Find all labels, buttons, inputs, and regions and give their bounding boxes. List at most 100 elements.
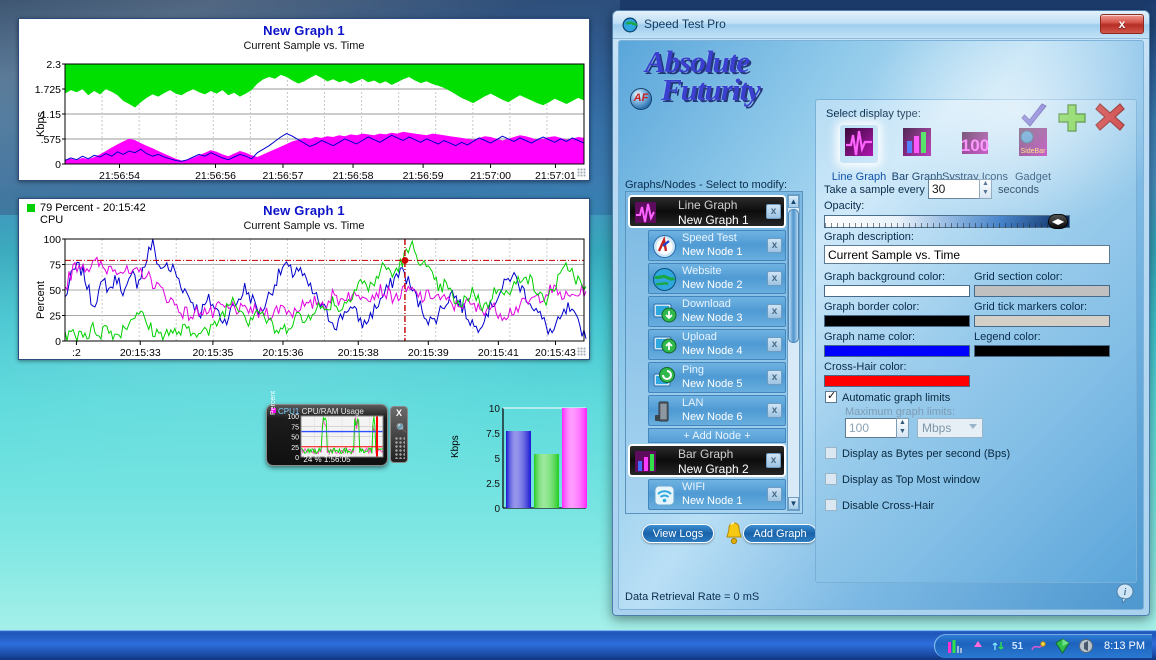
- display-top-most-window-checkbox[interactable]: [825, 473, 837, 485]
- opacity-slider-thumb[interactable]: ◀▶: [1048, 214, 1068, 229]
- graph-description-input[interactable]: Current Sample vs. Time: [824, 245, 1110, 264]
- tree-node-5[interactable]: PingNew Node 5x: [648, 362, 786, 393]
- tree-item-type: Upload: [682, 331, 717, 343]
- graph-window-1[interactable]: New Graph 1 Current Sample vs. Time Kbps…: [18, 18, 590, 181]
- search-icon[interactable]: 🔍: [396, 423, 407, 434]
- crosshair-color-label: Cross-Hair color:: [824, 361, 907, 373]
- lan-icon: [652, 399, 677, 424]
- legend-color-swatch[interactable]: [974, 345, 1110, 357]
- add-node-button[interactable]: + Add Node +: [648, 428, 786, 443]
- svg-text:20:15:41: 20:15:41: [478, 347, 519, 359]
- grid-tick-markers-color-label: Grid tick markers color:: [974, 301, 1087, 313]
- graph-window-2-resize-handle[interactable]: [577, 347, 586, 356]
- opacity-slider[interactable]: [824, 215, 1070, 228]
- svg-text:0: 0: [55, 336, 61, 348]
- window-close-button[interactable]: x: [1100, 14, 1144, 34]
- svg-text:1.725: 1.725: [35, 84, 61, 96]
- system-tray[interactable]: 51 8:13 PM: [934, 634, 1152, 658]
- display-top-most-window-label: Display as Top Most window: [842, 474, 980, 486]
- cpu-ram-gadget[interactable]: CPU1 CPU/RAM Usage Percent 1007550250 24…: [266, 404, 409, 466]
- gadget-close-icon[interactable]: X: [396, 408, 402, 418]
- desktop: New Graph 1 Current Sample vs. Time Kbps…: [0, 0, 1156, 660]
- drag-handle[interactable]: [395, 437, 405, 459]
- status-bar: Data Retrieval Rate = 0 mS: [625, 591, 759, 603]
- grid-section-color-label: Grid section color:: [974, 271, 1063, 283]
- tree-item-remove-button[interactable]: x: [767, 271, 782, 286]
- graph-window-2-plot: 1007550250:220:15:3320:15:3520:15:3620:1…: [19, 199, 591, 361]
- tray-network-icon[interactable]: [1030, 639, 1047, 654]
- taskbar[interactable]: 51 8:13 PM: [0, 630, 1156, 660]
- grid-section-color-swatch[interactable]: [974, 285, 1110, 297]
- tree-node-9[interactable]: WIFINew Node 1x: [648, 479, 786, 510]
- cross-icon[interactable]: [1094, 102, 1126, 132]
- graphs-nodes-tree[interactable]: ^Line GraphNew Graph 1xSpeed TestNew Nod…: [625, 191, 803, 514]
- tree-graph-0[interactable]: ^Line GraphNew Graph 1x: [628, 195, 786, 228]
- add-graph-button[interactable]: Add Graph: [743, 524, 817, 543]
- tree-node-4[interactable]: UploadNew Node 4x: [648, 329, 786, 360]
- tree-item-remove-button[interactable]: x: [767, 238, 782, 253]
- tray-arrow-icon-2[interactable]: [991, 639, 1005, 653]
- tray-volume-icon[interactable]: [1078, 638, 1094, 654]
- tree-node-2[interactable]: WebsiteNew Node 2x: [648, 263, 786, 294]
- graph-name-color-swatch[interactable]: [824, 345, 970, 357]
- display-top-most-window-row[interactable]: Display as Top Most window: [825, 473, 980, 486]
- tree-item-name: New Node 3: [682, 312, 743, 324]
- crosshair-color-swatch[interactable]: [824, 375, 970, 387]
- automatic-graph-limits-row[interactable]: Automatic graph limits: [825, 391, 950, 404]
- view-logs-button[interactable]: View Logs: [642, 524, 714, 543]
- display-type-gadget[interactable]: SideBar Gadget: [998, 125, 1068, 183]
- max-stepper-up-icon[interactable]: ▲: [897, 419, 908, 428]
- tree-node-1[interactable]: Speed TestNew Node 1x: [648, 230, 786, 261]
- disable-crosshair-checkbox[interactable]: [825, 499, 837, 511]
- tree-item-remove-button[interactable]: x: [766, 204, 781, 219]
- scroll-down-icon[interactable]: ▼: [788, 497, 799, 510]
- window-titlebar[interactable]: Speed Test Pro x: [613, 11, 1149, 39]
- tree-scrollbar[interactable]: ▲ ▼: [787, 194, 800, 511]
- taskbar-clock[interactable]: 8:13 PM: [1104, 640, 1145, 652]
- tree-item-remove-button[interactable]: x: [767, 337, 782, 352]
- automatic-graph-limits-checkbox[interactable]: [825, 391, 837, 403]
- sample-interval-stepper[interactable]: ▲▼: [979, 179, 992, 199]
- max-stepper-down-icon[interactable]: ▼: [897, 428, 908, 437]
- speed-test-pro-window[interactable]: Speed Test Pro x Absolute Futurity AF Gr…: [612, 10, 1150, 616]
- tree-item-remove-button[interactable]: x: [767, 370, 782, 385]
- desktop-bar-graph[interactable]: Kbps 107.552.50: [470, 398, 590, 516]
- tree-item-remove-button[interactable]: x: [766, 453, 781, 468]
- tree-graph-8[interactable]: ^Bar GraphNew Graph 2x: [628, 444, 786, 477]
- tray-shield-icon[interactable]: [1054, 638, 1071, 654]
- info-icon[interactable]: i: [1114, 582, 1136, 604]
- svg-text:25: 25: [49, 311, 61, 323]
- tray-arrow-icon-1[interactable]: [972, 639, 984, 653]
- bell-icon[interactable]: [723, 521, 745, 545]
- grid-tick-markers-color-swatch[interactable]: [974, 315, 1110, 327]
- svg-text:21:56:57: 21:56:57: [263, 170, 304, 182]
- tree-node-3[interactable]: Download New Node 3 x: [648, 296, 786, 327]
- graph-border-color-swatch[interactable]: [824, 315, 970, 327]
- gadget-side-toolbar[interactable]: X 🔍: [390, 406, 408, 463]
- maximum-graph-limits-stepper[interactable]: ▲▼: [896, 418, 909, 438]
- tree-item-type: Line Graph: [678, 198, 737, 212]
- graph-window-1-resize-handle[interactable]: [577, 168, 586, 177]
- tree-item-name: New Node 1: [682, 495, 743, 507]
- display-bytes-per-second-checkbox[interactable]: [825, 447, 837, 459]
- tree-item-remove-button[interactable]: x: [767, 487, 782, 502]
- logo-badge-icon: AF: [630, 88, 652, 110]
- graph-window-2[interactable]: 79 Percent - 20:15:42 CPU New Graph 1 Cu…: [18, 198, 590, 360]
- svg-text:50: 50: [49, 285, 61, 297]
- scroll-up-icon[interactable]: ▲: [788, 195, 799, 208]
- stepper-down-icon[interactable]: ▼: [980, 189, 991, 198]
- desktop-bar-graph-ylabel: Kbps: [450, 435, 461, 458]
- tree-node-6[interactable]: LANNew Node 6x: [648, 395, 786, 426]
- tree-item-remove-button[interactable]: x: [767, 304, 782, 319]
- tree-item-type: Website: [682, 265, 722, 277]
- tree-item-type: Download: [682, 298, 731, 310]
- disable-crosshair-row[interactable]: Disable Cross-Hair: [825, 499, 934, 512]
- desktop-bar-graph-plot: 107.552.50: [470, 398, 590, 516]
- maximum-graph-limits-unit-select[interactable]: Mbps: [917, 418, 983, 438]
- graph-background-color-swatch[interactable]: [824, 285, 970, 297]
- tree-item-remove-button[interactable]: x: [767, 403, 782, 418]
- tray-bar-graph-icon[interactable]: [947, 639, 965, 654]
- display-bytes-per-second-row[interactable]: Display as Bytes per second (Bps): [825, 447, 1010, 460]
- stepper-up-icon[interactable]: ▲: [980, 180, 991, 189]
- scrollbar-thumb[interactable]: [788, 209, 799, 343]
